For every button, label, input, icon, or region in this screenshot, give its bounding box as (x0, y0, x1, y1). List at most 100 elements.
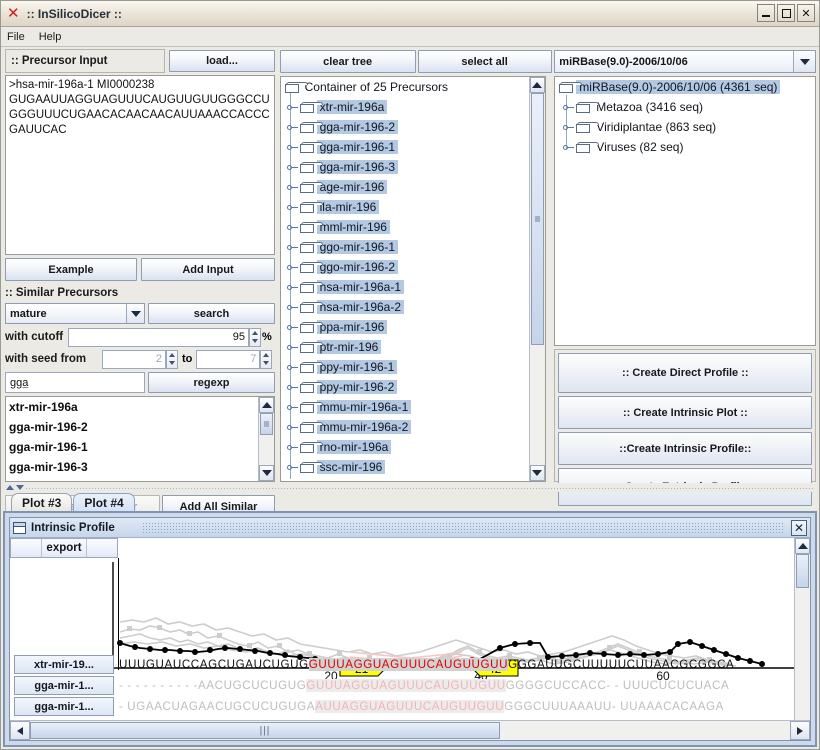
expand-knob-icon[interactable] (287, 302, 298, 313)
collapse-up-icon[interactable] (6, 485, 14, 490)
cutoff-spinner[interactable] (249, 328, 261, 347)
menu-item-file[interactable]: File (7, 31, 25, 43)
expand-knob-icon[interactable] (563, 102, 574, 113)
sequence-horizontal-scrollbar[interactable]: ||| (10, 720, 810, 740)
expand-knob-icon[interactable] (287, 422, 298, 433)
add-input-button[interactable]: Add Input (141, 258, 275, 281)
hscrollbar-track[interactable]: ||| (30, 721, 790, 740)
create-intrinsic-profile-button[interactable]: ::Create Intrinsic Profile:: (558, 432, 812, 465)
expand-knob-icon[interactable] (287, 262, 298, 273)
database-combobox[interactable]: miRBase(9.0)-2006/10/06 (554, 50, 816, 73)
precursor-tree[interactable]: Container of 25 Precursors xtr-mir-196a … (280, 76, 546, 482)
maximize-button[interactable] (777, 4, 795, 22)
expand-knob-icon[interactable] (287, 382, 298, 393)
database-child-2[interactable]: Viruses (82 seq) (555, 137, 815, 157)
regexp-button[interactable]: regexp (148, 372, 275, 393)
expand-knob-icon[interactable] (287, 122, 298, 133)
database-root-node[interactable]: miRBase(9.0)-2006/10/06 (4361 seq) (555, 77, 815, 97)
tree-root-node[interactable]: Container of 25 Precursors (281, 77, 529, 97)
scroll-up-icon[interactable] (259, 397, 274, 413)
scroll-left-icon[interactable] (10, 721, 30, 740)
regexp-input[interactable]: gga (5, 372, 145, 393)
select-all-button[interactable]: select all (418, 50, 552, 73)
tree-item-1[interactable]: gga-mir-196-2 (281, 117, 529, 137)
scroll-down-icon[interactable] (530, 465, 545, 481)
seed-from-spinner[interactable] (166, 350, 178, 369)
database-child-0[interactable]: Metazoa (3416 seq) (555, 97, 815, 117)
tree-item-18[interactable]: ssc-mir-196 (281, 457, 529, 477)
scrollbar-track[interactable] (259, 413, 274, 465)
database-child-1[interactable]: Viridiplantae (863 seq) (555, 117, 815, 137)
similarity-mode-combobox[interactable]: mature (5, 303, 145, 324)
sequence-row-button[interactable]: gga-mir-1... (14, 676, 114, 695)
list-item[interactable]: gga-mir-196-3 (6, 457, 258, 477)
collapse-down-icon[interactable] (16, 485, 24, 490)
expand-knob-icon[interactable] (287, 102, 298, 113)
database-tree[interactable]: miRBase(9.0)-2006/10/06 (4361 seq) Metaz… (554, 76, 816, 346)
expand-knob-icon[interactable] (287, 242, 298, 253)
sequence-row-button[interactable]: xtr-mir-19... (14, 655, 114, 674)
expand-knob-icon[interactable] (287, 222, 298, 233)
expand-knob-icon[interactable] (287, 282, 298, 293)
tree-item-6[interactable]: mml-mir-196 (281, 217, 529, 237)
seed-from-input[interactable]: 2 (102, 350, 166, 369)
tree-item-17[interactable]: rno-mir-196a (281, 437, 529, 457)
scroll-down-icon[interactable] (259, 465, 274, 481)
expand-knob-icon[interactable] (287, 402, 298, 413)
expand-knob-icon[interactable] (287, 162, 298, 173)
expand-knob-icon[interactable] (563, 142, 574, 153)
tree-item-15[interactable]: mmu-mir-196a-1 (281, 397, 529, 417)
expand-knob-icon[interactable] (287, 202, 298, 213)
expand-knob-icon[interactable] (287, 442, 298, 453)
tree-item-14[interactable]: ppy-mir-196-2 (281, 377, 529, 397)
scrollbar-thumb[interactable] (796, 554, 809, 588)
expand-knob-icon[interactable] (287, 342, 298, 353)
split-pane-divider[interactable] (3, 483, 817, 492)
example-button[interactable]: Example (5, 258, 137, 281)
tree-item-11[interactable]: ppa-mir-196 (281, 317, 529, 337)
scroll-right-icon[interactable] (790, 721, 810, 740)
tree-item-10[interactable]: hsa-mir-196a-2 (281, 297, 529, 317)
list-item[interactable]: xtr-mir-196a (6, 397, 258, 417)
clear-tree-button[interactable]: clear tree (280, 50, 416, 73)
tree-item-9[interactable]: hsa-mir-196a-1 (281, 277, 529, 297)
minimize-button[interactable] (757, 4, 775, 22)
expand-knob-icon[interactable] (287, 182, 298, 193)
load-button[interactable]: load... (169, 50, 275, 72)
tab-plot-3[interactable]: Plot #3 (11, 493, 72, 512)
seed-to-spinner[interactable] (260, 350, 272, 369)
tab-plot-4[interactable]: Plot #4 (73, 493, 134, 512)
tree-item-3[interactable]: gga-mir-196-3 (281, 157, 529, 177)
search-button[interactable]: search (148, 303, 275, 324)
tree-item-4[interactable]: age-mir-196 (281, 177, 529, 197)
sequence-row-button[interactable]: gga-mir-1... (14, 697, 114, 716)
similar-results-list[interactable]: xtr-mir-196a gga-mir-196-2 gga-mir-196-1… (5, 396, 275, 482)
scrollbar-track[interactable] (795, 554, 810, 724)
seed-to-input[interactable]: 7 (196, 350, 260, 369)
precursor-sequence-textarea[interactable]: >hsa-mir-196a-1 MI0000238 GUGAAUUAGGUAGU… (5, 75, 275, 255)
create-intrinsic-plot-button[interactable]: :: Create Intrinsic Plot :: (558, 396, 812, 429)
tree-item-16[interactable]: mmu-mir-196a-2 (281, 417, 529, 437)
create-direct-profile-button[interactable]: :: Create Direct Profile :: (558, 353, 812, 393)
menu-item-help[interactable]: Help (39, 31, 62, 43)
hscrollbar-thumb[interactable]: ||| (30, 722, 500, 739)
tree-item-13[interactable]: ppy-mir-196-1 (281, 357, 529, 377)
scrollbar-track[interactable] (530, 93, 545, 465)
tree-scrollbar[interactable] (529, 77, 545, 481)
expand-knob-icon[interactable] (287, 362, 298, 373)
tree-item-0[interactable]: xtr-mir-196a (281, 97, 529, 117)
scroll-up-icon[interactable] (530, 77, 545, 93)
plot-scrollbar[interactable] (794, 538, 810, 740)
cutoff-input[interactable]: 95 (68, 328, 249, 347)
expand-knob-icon[interactable] (563, 122, 574, 133)
scrollbar-thumb[interactable] (531, 93, 544, 345)
scrollbar-thumb[interactable] (260, 413, 273, 435)
list-item[interactable]: gga-mir-196-2 (6, 417, 258, 437)
close-button[interactable]: ✕ (797, 4, 815, 22)
list-item[interactable]: gga-mir-196-1 (6, 437, 258, 457)
internal-frame-close-icon[interactable]: ✕ (791, 520, 807, 536)
expand-knob-icon[interactable] (287, 462, 298, 473)
tree-item-7[interactable]: ggo-mir-196-1 (281, 237, 529, 257)
similar-results-scrollbar[interactable] (258, 397, 274, 481)
tree-item-8[interactable]: ggo-mir-196-2 (281, 257, 529, 277)
